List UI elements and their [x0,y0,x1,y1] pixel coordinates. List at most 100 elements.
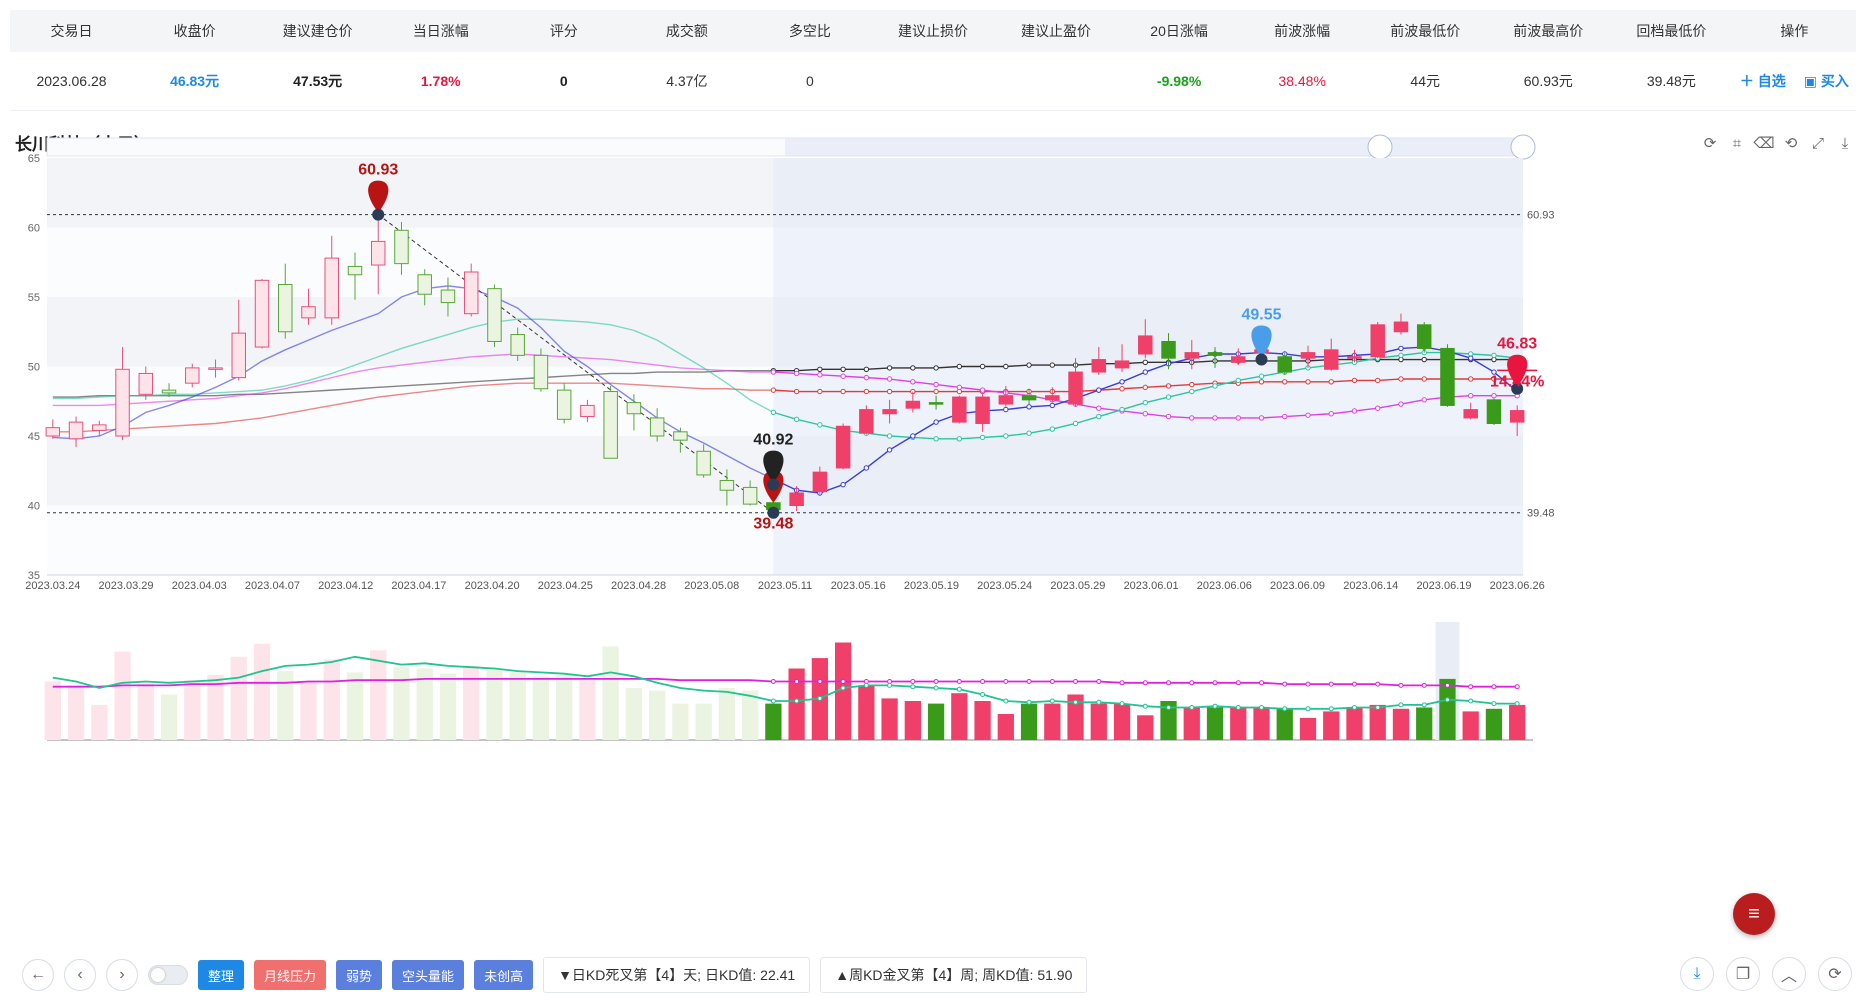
candle-body [1184,352,1200,359]
menu-fab-button[interactable]: ≡ [1733,893,1775,935]
candle-body [1509,410,1525,423]
ma18-line-point [770,409,777,416]
volume-bar [1369,704,1386,740]
candle-body [1486,399,1502,424]
volume-ma-line-point [1305,706,1311,712]
status-tag[interactable]: 未创高 [474,960,534,990]
marker-label: 40.92 [753,432,793,449]
ma31-line-point [1421,397,1427,403]
candle-body [324,257,339,319]
ma63-line-point [1282,379,1288,385]
ma18-line-point [1026,430,1032,436]
candle-body [859,409,874,434]
volume-ma-line-point [1351,705,1357,710]
x-tick-label: 2023.04.28 [611,580,666,592]
ma18-line-point [1258,373,1265,379]
status-tag[interactable]: 月线压力 [254,960,327,990]
candle-body [1068,371,1083,405]
volume-ma-line-point [1235,705,1241,710]
ma5-line-point [886,447,893,453]
volume-bar [579,680,596,740]
ma5-line-point [1119,379,1125,385]
volume-bar [1020,703,1038,740]
y-tick-label: 55 [28,292,40,304]
ma31-line-point [1142,411,1148,417]
ma5-line-point [1398,345,1404,352]
volume-bar [486,669,503,740]
volume-ma-line-point [980,679,986,684]
volume-ma-line-point [980,692,986,697]
ma31-line-point [1328,411,1334,417]
candle-body [905,400,921,409]
ma63-line-point [793,388,800,395]
ma63-line-point [1305,379,1311,385]
ma5-line-point [863,465,870,471]
volume-ma-line-point [1351,681,1357,687]
volume-ma-line [52,678,1518,688]
volume-ma-line-point [1142,680,1148,686]
volume-bar [1113,703,1131,740]
candle-body [1440,347,1455,406]
volume-bar [904,701,921,740]
copy-button[interactable]: ❐ [1726,957,1760,991]
toggle-switch[interactable] [148,965,188,985]
ma250-line-point [1026,362,1032,368]
candle-body [138,372,154,395]
ma31-line-point [1398,401,1404,407]
status-tag[interactable]: 空头量能 [392,960,465,990]
volume-ma-line-point [1166,680,1172,686]
back-button[interactable]: ← [22,959,54,991]
ma31-line-point [770,369,777,375]
candle-body [882,409,897,415]
volume-ma-line-point [770,698,776,704]
volume-ma-line-point [1259,680,1265,686]
volume-bar [439,673,457,740]
volume-ma-line-point [1142,703,1148,709]
ma31-line-point [979,387,986,393]
volume-ma-line-point [1282,706,1288,712]
download-button[interactable]: ⤓ [1680,957,1714,991]
candle-body [1161,340,1176,359]
volume-ma-line-point [1189,680,1195,686]
volume-ma-line-point [1421,682,1427,688]
menu-icon: ≡ [1748,902,1760,925]
marker-dot [1255,353,1268,366]
y-tick-label: 60 [28,223,40,235]
volume-ma-line-point [1212,680,1218,686]
x-tick-label: 2023.03.29 [98,580,153,592]
next-button[interactable]: › [106,959,138,991]
ma63-line-point [817,388,823,395]
status-tag[interactable]: 整理 [198,960,245,990]
volume-bar [556,675,573,740]
ma31-line-point [1212,415,1218,421]
status-tag[interactable]: 弱势 [336,960,383,990]
volume-ma-line-point [1328,681,1334,687]
candle-body [812,471,828,493]
marker-label: 14.44% [1490,373,1544,390]
volume-bar [1206,707,1224,740]
prev-button[interactable]: ‹ [64,959,96,991]
volume-ma-line-point [1468,698,1474,704]
candle-body [278,283,293,333]
volume-ma-line-point [1003,698,1009,704]
ma5-line-point [1026,404,1032,410]
ma5-line-point [910,433,916,439]
volume-ma-line-point [794,698,800,704]
volume-bar [672,703,689,740]
ma31-line-point [1468,392,1474,399]
volume-bar [1392,708,1410,740]
candle-body [719,479,735,491]
volume-ma-line-point [933,685,939,691]
candle-body [417,274,432,295]
ma18-line-point [1096,413,1102,420]
volume-bar [741,690,759,740]
refresh-button[interactable]: ⟳ [1818,957,1852,991]
marker-label: 39.48 [753,516,793,533]
volume-bar [695,703,712,740]
volume-bar [649,690,666,740]
volume-ma-line-point [817,679,823,684]
candle-body [673,431,688,441]
zoom-handle-right [1510,134,1536,160]
candle-body [347,265,363,276]
scroll-top-button[interactable]: ︿ [1772,957,1806,991]
